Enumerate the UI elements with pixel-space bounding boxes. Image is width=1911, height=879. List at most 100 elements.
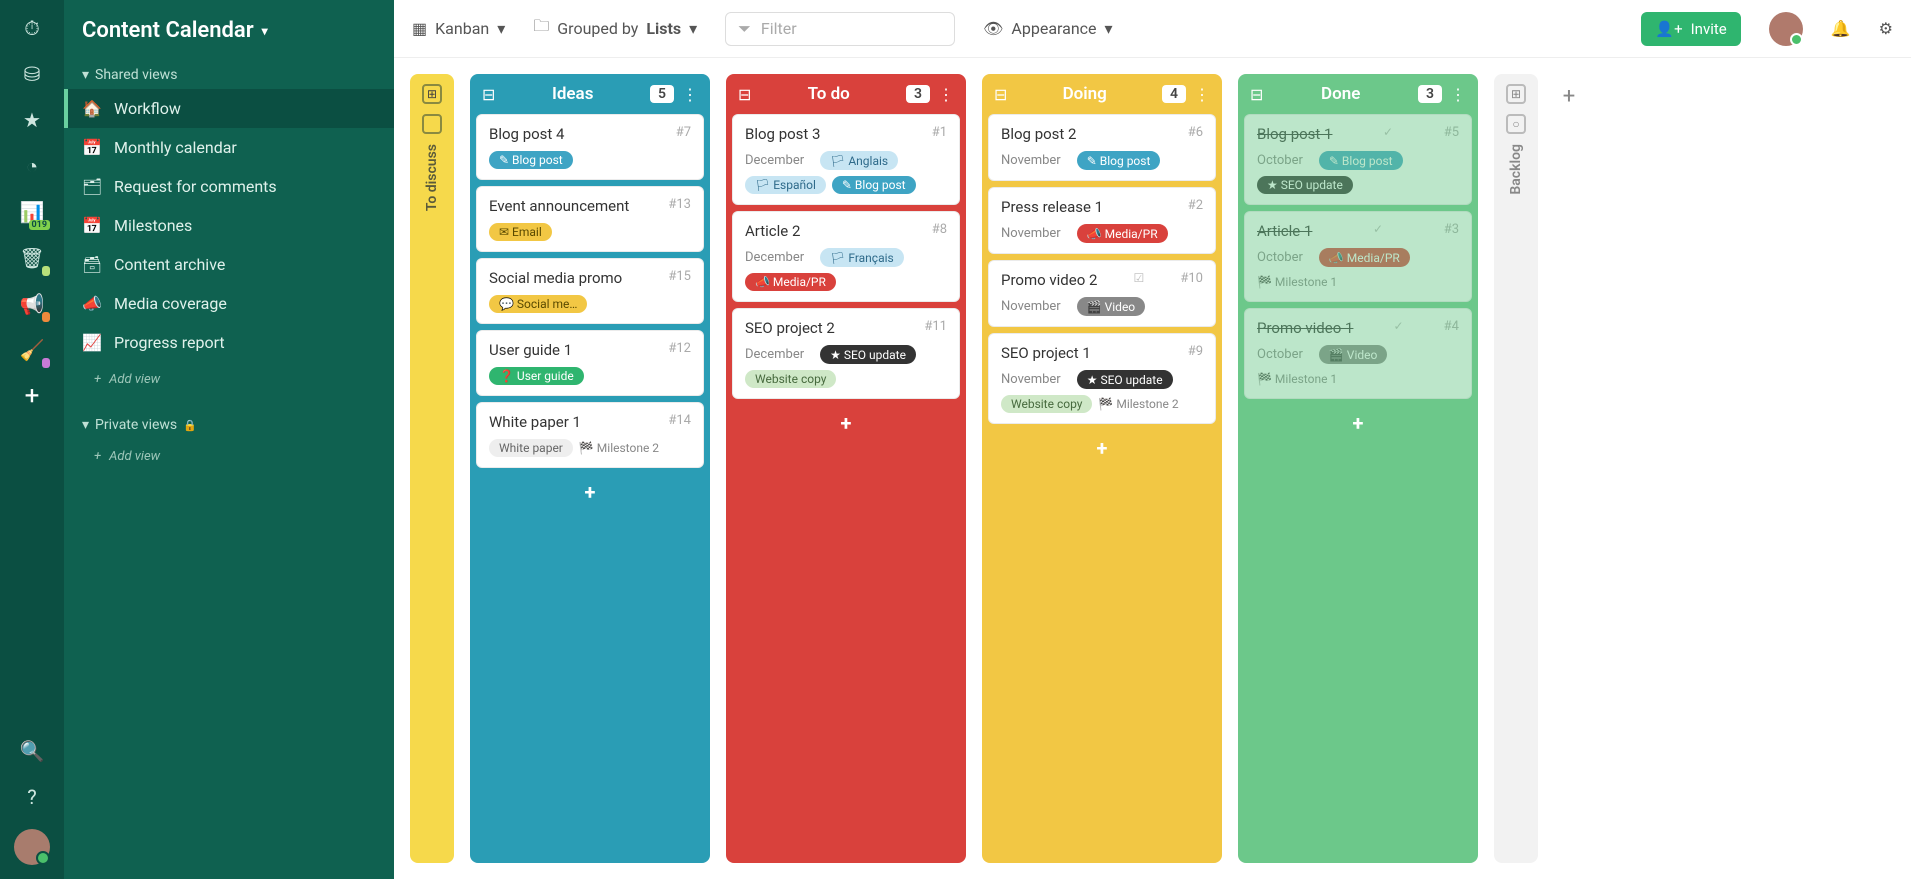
sidebar-item-content-archive[interactable]: 🗃Content archive — [64, 245, 394, 284]
tag: November — [1001, 151, 1071, 170]
card[interactable]: User guide 1 #12 ❓ User guide — [476, 330, 704, 396]
add-shared-view[interactable]: +Add view — [64, 362, 394, 397]
mega-badge — [42, 312, 50, 322]
tag: October — [1257, 248, 1313, 267]
tag: ✎ Blog post — [489, 151, 573, 169]
user-plus-icon: 👤+ — [1655, 20, 1682, 38]
nav-rail: ⏱ ⛁ ★ ◔ 📊019 🗑 📢 🧹 + 🔍 ? — [0, 0, 64, 879]
card-title: Promo video 1 — [1257, 319, 1353, 337]
add-card-button[interactable]: + — [1244, 405, 1472, 441]
logo-icon[interactable]: ⏱ — [18, 14, 46, 42]
tag: Website copy — [1001, 395, 1092, 413]
card-id: #9 — [1188, 344, 1203, 359]
collapsed-title: Backlog — [1508, 144, 1524, 195]
topbar-avatar[interactable] — [1769, 12, 1803, 46]
card[interactable]: SEO project 2 #11 December★ SEO updateWe… — [732, 308, 960, 399]
topbar: ▦ Kanban ▾ 🗀 Grouped by Lists ▾ ⏷ Filter… — [394, 0, 1911, 58]
invite-button[interactable]: 👤+ Invite — [1641, 12, 1740, 46]
add-private-view[interactable]: +Add view — [64, 439, 394, 474]
card-id: #7 — [676, 125, 691, 140]
card[interactable]: Promo video 2 ☑ #10 November🎬 Video — [988, 260, 1216, 327]
card[interactable]: Article 2 #8 December🏳 Français📣 Media/P… — [732, 211, 960, 302]
collapse-icon[interactable]: ⊟ — [482, 85, 495, 104]
tag: ★ SEO update — [1077, 370, 1173, 389]
column-done: ⊟ Done 3 ⋮ Blog post 1 ✓ #5 October✎ Blo… — [1238, 74, 1478, 863]
view-icon: 🏠 — [82, 99, 102, 118]
private-views-header[interactable]: ▾Private views🔒 — [64, 411, 394, 439]
card-title: User guide 1 — [489, 341, 572, 359]
sidebar-item-media-coverage[interactable]: 📣Media coverage — [64, 284, 394, 323]
broom-icon[interactable]: 🧹 — [18, 336, 46, 364]
group-selector[interactable]: 🗀 Grouped by Lists ▾ — [533, 15, 697, 42]
group-icon: 🗀 — [533, 15, 549, 42]
card[interactable]: SEO project 1 #9 November★ SEO updateWeb… — [988, 333, 1216, 424]
add-column-button[interactable]: + — [1554, 74, 1584, 863]
help-icon[interactable]: ? — [18, 783, 46, 811]
collapsed-column-backlog[interactable]: ⊞ ○ Backlog — [1494, 74, 1538, 863]
sidebar-item-request-for-comments[interactable]: 🗂Request for comments — [64, 167, 394, 206]
column-ideas: ⊟ Ideas 5 ⋮ Blog post 4 #7 ✎ Blog post E… — [470, 74, 710, 863]
search-icon[interactable]: 🔍 — [18, 737, 46, 765]
tag: Website copy — [745, 370, 836, 388]
add-card-button[interactable]: + — [988, 430, 1216, 466]
tag: December — [745, 151, 814, 170]
collapsed-column-todiscuss[interactable]: ⊞ To discuss — [410, 74, 454, 863]
add-card-button[interactable]: + — [732, 405, 960, 441]
tag: ★ SEO update — [1257, 176, 1353, 194]
sidebar-item-monthly-calendar[interactable]: 📅Monthly calendar — [64, 128, 394, 167]
megaphone-icon[interactable]: 📢 — [18, 290, 46, 318]
kebab-icon[interactable]: ⋮ — [1194, 85, 1210, 104]
subtask-icon: ☑ — [1134, 271, 1145, 285]
kebab-icon[interactable]: ⋮ — [938, 85, 954, 104]
tag: 📣 Media/PR — [1319, 248, 1410, 267]
card-id: #1 — [932, 125, 947, 140]
card[interactable]: White paper 1 #14 White paper🏁 Milestone… — [476, 402, 704, 468]
sidebar-item-progress-report[interactable]: 📈Progress report — [64, 323, 394, 362]
card[interactable]: Blog post 2 #6 November✎ Blog post — [988, 114, 1216, 181]
card[interactable]: Article 1 ✓ #3 October📣 Media/PR🏁 Milest… — [1244, 211, 1472, 302]
workspace-title[interactable]: Content Calendar ▾ — [64, 14, 394, 61]
sidebar-item-milestones[interactable]: 📅Milestones — [64, 206, 394, 245]
card[interactable]: Promo video 1 ✓ #4 October🎬 Video🏁 Miles… — [1244, 308, 1472, 399]
card[interactable]: Press release 1 #2 November📣 Media/PR — [988, 187, 1216, 254]
notifications-icon[interactable]: 🔔 — [1831, 19, 1851, 38]
card-title: Article 1 — [1257, 222, 1312, 240]
collapse-icon[interactable]: ⊟ — [994, 85, 1007, 104]
dashboard-icon[interactable]: ⛁ — [18, 60, 46, 88]
tag: 🎬 Video — [1077, 297, 1145, 316]
appearance-selector[interactable]: 👁 Appearance ▾ — [983, 19, 1112, 38]
kanban-icon: ▦ — [412, 19, 427, 38]
card[interactable]: Event announcement #13 ✉ Email — [476, 186, 704, 252]
card-title: Blog post 4 — [489, 125, 564, 143]
done-icon: ✓ — [1394, 319, 1404, 333]
count-box — [422, 114, 442, 134]
rail-avatar[interactable] — [14, 829, 50, 865]
tag: November — [1001, 224, 1071, 243]
add-workspace-icon[interactable]: + — [18, 382, 46, 410]
tag: ✎ Blog post — [832, 176, 916, 194]
shared-views-header[interactable]: ▾Shared views — [64, 61, 394, 89]
column-count: 4 — [1162, 85, 1186, 103]
add-card-button[interactable]: + — [476, 474, 704, 510]
chart-icon[interactable]: 📊019 — [18, 198, 46, 226]
settings-icon[interactable]: ⚙ — [1879, 19, 1893, 38]
kebab-icon[interactable]: ⋮ — [682, 85, 698, 104]
gauge-icon[interactable]: ◔ — [18, 152, 46, 180]
expand-icon: ⊞ — [1506, 84, 1526, 104]
card-id: #4 — [1444, 319, 1459, 334]
card[interactable]: Blog post 3 #1 December🏳 Anglais🏳 Españo… — [732, 114, 960, 205]
star-icon[interactable]: ★ — [18, 106, 46, 134]
trash-icon[interactable]: 🗑 — [18, 244, 46, 272]
sidebar-item-workflow[interactable]: 🏠Workflow — [64, 89, 394, 128]
collapse-icon[interactable]: ⊟ — [1250, 85, 1263, 104]
card-title: SEO project 1 — [1001, 344, 1091, 362]
card[interactable]: Social media promo #15 💬 Social me… — [476, 258, 704, 324]
tag: 🏳 Anglais — [820, 151, 898, 170]
card-id: #13 — [668, 197, 691, 212]
card[interactable]: Blog post 4 #7 ✎ Blog post — [476, 114, 704, 180]
kebab-icon[interactable]: ⋮ — [1450, 85, 1466, 104]
filter-input[interactable]: ⏷ Filter — [725, 12, 955, 46]
view-selector[interactable]: ▦ Kanban ▾ — [412, 19, 505, 38]
card[interactable]: Blog post 1 ✓ #5 October✎ Blog post★ SEO… — [1244, 114, 1472, 205]
collapse-icon[interactable]: ⊟ — [738, 85, 751, 104]
